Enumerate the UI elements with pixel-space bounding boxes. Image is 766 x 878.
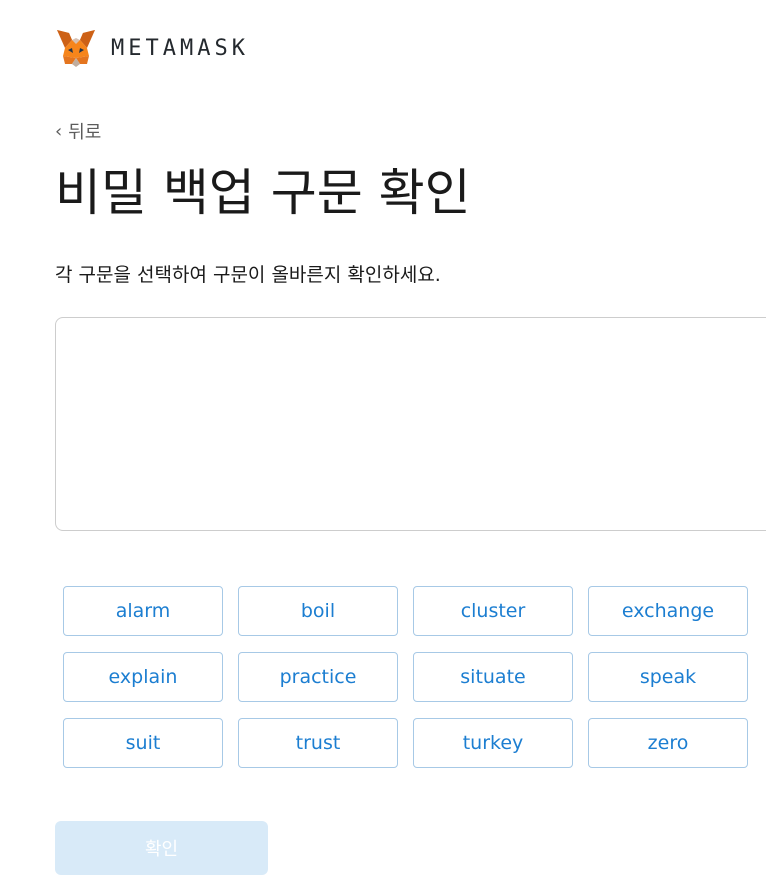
word-button-practice[interactable]: practice bbox=[238, 652, 398, 702]
word-button-zero[interactable]: zero bbox=[588, 718, 748, 768]
word-button-alarm[interactable]: alarm bbox=[63, 586, 223, 636]
brand-wordmark: METAMASK bbox=[111, 35, 249, 61]
word-button-speak[interactable]: speak bbox=[588, 652, 748, 702]
chevron-left-icon: ‹ bbox=[55, 120, 63, 142]
header: METAMASK bbox=[55, 28, 249, 68]
selected-phrase-area[interactable] bbox=[55, 317, 766, 531]
word-button-explain[interactable]: explain bbox=[63, 652, 223, 702]
confirm-button[interactable]: 확인 bbox=[55, 821, 268, 875]
page: METAMASK ‹ 뒤로 비밀 백업 구문 확인 각 구문을 선택하여 구문이… bbox=[0, 0, 766, 878]
back-link[interactable]: ‹ 뒤로 bbox=[55, 118, 101, 144]
metamask-fox-icon bbox=[57, 30, 95, 67]
instructions-text: 각 구문을 선택하여 구문이 올바른지 확인하세요. bbox=[55, 264, 441, 286]
word-button-cluster[interactable]: cluster bbox=[413, 586, 573, 636]
back-label: 뒤로 bbox=[68, 122, 102, 143]
word-button-situate[interactable]: situate bbox=[413, 652, 573, 702]
word-button-exchange[interactable]: exchange bbox=[588, 586, 748, 636]
word-button-boil[interactable]: boil bbox=[238, 586, 398, 636]
word-grid: alarm boil cluster exchange explain prac… bbox=[63, 586, 748, 768]
page-title: 비밀 백업 구문 확인 bbox=[55, 164, 471, 222]
word-button-turkey[interactable]: turkey bbox=[413, 718, 573, 768]
word-button-trust[interactable]: trust bbox=[238, 718, 398, 768]
word-button-suit[interactable]: suit bbox=[63, 718, 223, 768]
